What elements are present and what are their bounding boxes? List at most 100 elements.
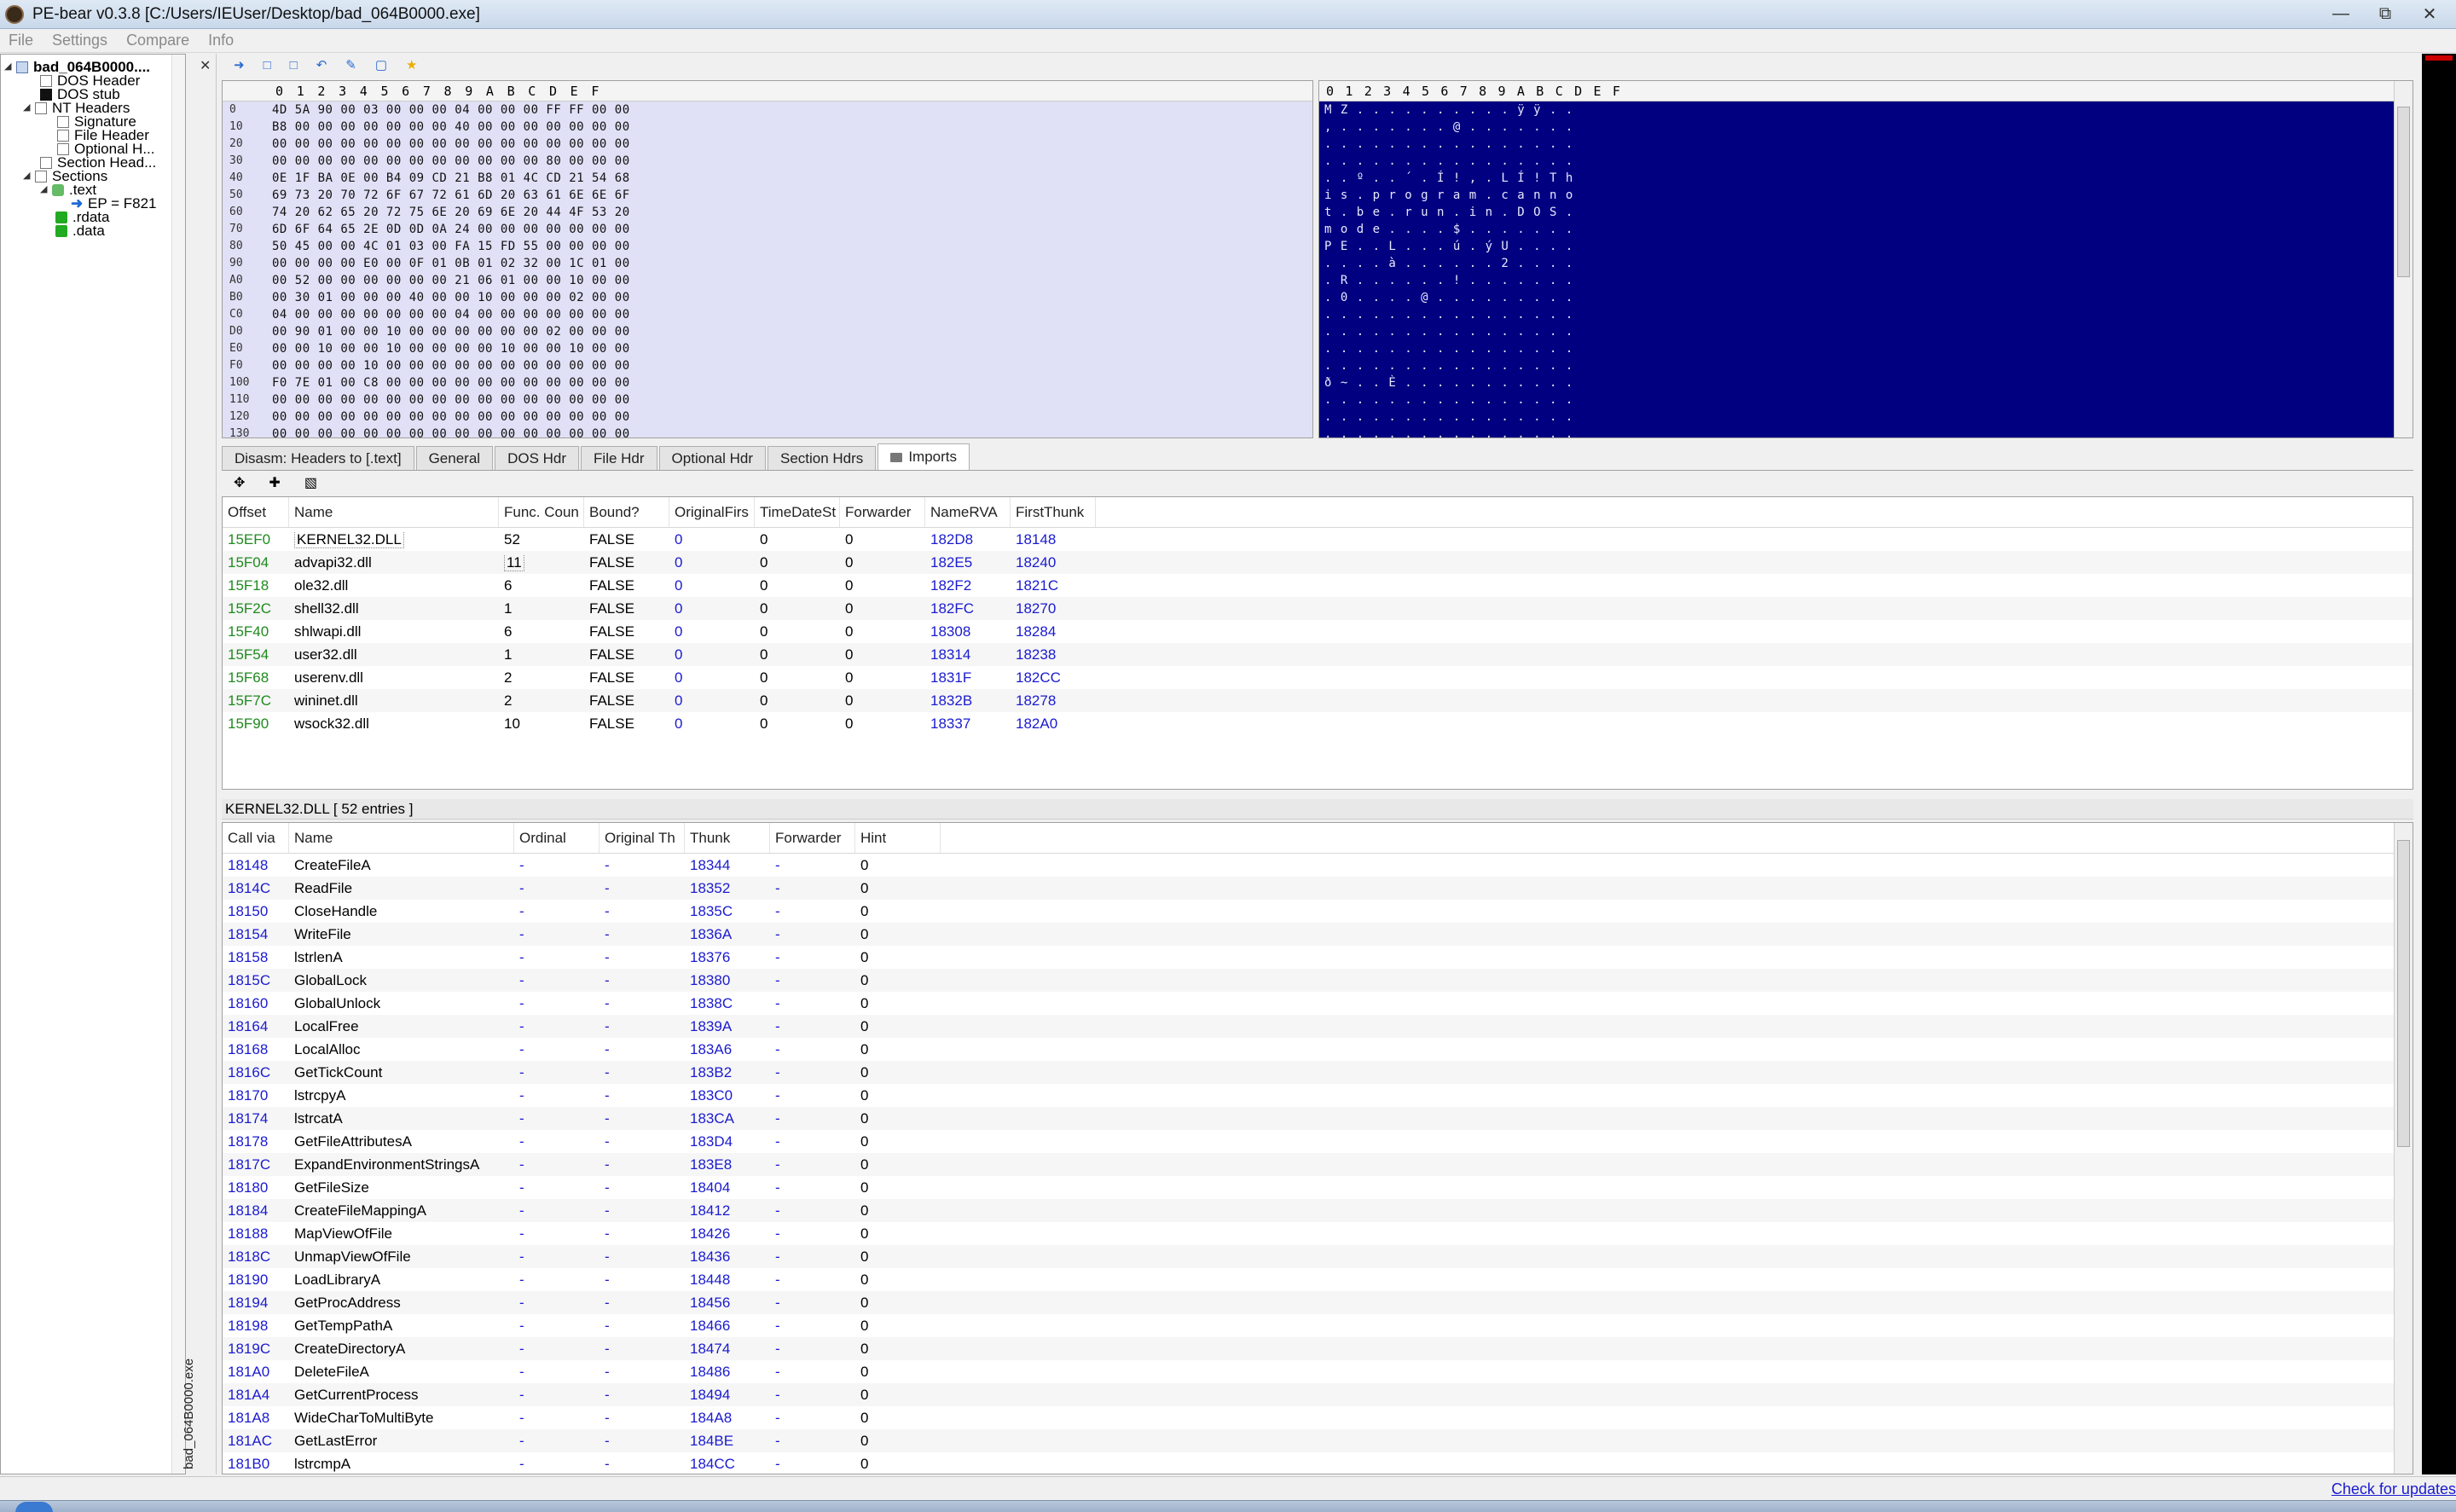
table-row[interactable]: 15F18 ole32.dll 6 FALSE 0 0 0 182F2 1821C: [223, 574, 2413, 597]
move-icon[interactable]: ✥: [234, 474, 245, 491]
table-row[interactable]: 18178 GetFileAttributesA - - 183D4 - 0: [223, 1130, 2413, 1153]
scroll-thumb[interactable]: [2397, 107, 2410, 277]
ascii-scrollbar[interactable]: [2394, 81, 2413, 437]
close-button[interactable]: ✕: [2410, 2, 2449, 26]
table-row[interactable]: 18188 MapViewOfFile - - 18426 - 0: [223, 1222, 2413, 1245]
column-header[interactable]: NameRVA: [925, 497, 1011, 527]
edit-icon[interactable]: ✎: [345, 57, 356, 72]
table-row[interactable]: 1814C ReadFile - - 18352 - 0: [223, 877, 2413, 900]
table-row[interactable]: 181A0 DeleteFileA - - 18486 - 0: [223, 1360, 2413, 1383]
add-icon[interactable]: ✚: [269, 474, 280, 491]
table-row[interactable]: 1815C GlobalLock - - 18380 - 0: [223, 969, 2413, 992]
column-header[interactable]: OriginalFirs: [669, 497, 755, 527]
menu-settings[interactable]: Settings: [52, 32, 107, 49]
file-tab-vertical[interactable]: bad_064B0000.exe: [182, 1333, 196, 1469]
tab-file-hdr[interactable]: File Hdr: [581, 446, 657, 470]
table-cell: 0: [840, 577, 925, 594]
collapse-arrow-icon[interactable]: ◢: [23, 101, 35, 115]
column-header[interactable]: Bound?: [584, 497, 669, 527]
hex-view[interactable]: 0123456789ABCDEF 0 4D 5A 90 00 03 00 00 0…: [222, 80, 1313, 438]
table-row[interactable]: 18174 lstrcatA - - 183CA - 0: [223, 1107, 2413, 1130]
table-row[interactable]: 1819C CreateDirectoryA - - 18474 - 0: [223, 1337, 2413, 1360]
column-header[interactable]: Original Th: [600, 823, 685, 853]
check-updates-link[interactable]: Check for updates: [2331, 1480, 2456, 1498]
table-row[interactable]: 1816C GetTickCount - - 183B2 - 0: [223, 1061, 2413, 1084]
table-cell: -: [775, 1063, 780, 1080]
restore-button[interactable]: ⧉: [2366, 2, 2405, 26]
tree-scrollbar[interactable]: [171, 55, 185, 1474]
table-row[interactable]: 18184 CreateFileMappingA - - 18412 - 0: [223, 1199, 2413, 1222]
tab-dos-hdr[interactable]: DOS Hdr: [495, 446, 580, 470]
table-row[interactable]: 18150 CloseHandle - - 1835C - 0: [223, 900, 2413, 923]
menu-file[interactable]: File: [9, 32, 33, 49]
table-row[interactable]: 181AC GetLastError - - 184BE - 0: [223, 1429, 2413, 1452]
collapse-arrow-icon[interactable]: ◢: [40, 182, 52, 197]
kernel-scrollbar[interactable]: [2394, 823, 2413, 1474]
collapse-arrow-icon[interactable]: ◢: [23, 169, 35, 183]
table-row[interactable]: 18148 CreateFileA - - 18344 - 0: [223, 854, 2413, 877]
menu-info[interactable]: Info: [208, 32, 234, 49]
tab-imports[interactable]: Imports: [878, 443, 970, 470]
minimize-button[interactable]: —: [2321, 2, 2360, 26]
table-cell: lstrcatA: [294, 1109, 343, 1127]
save-icon[interactable]: □: [264, 58, 271, 72]
collapse-arrow-icon[interactable]: ◢: [4, 60, 16, 74]
table-row[interactable]: 15F54 user32.dll 1 FALSE 0 0 0 18314 18238: [223, 643, 2413, 666]
tree-item-data-section[interactable]: .data: [55, 223, 105, 238]
tab-disasm[interactable]: Disasm: Headers to [.text]: [222, 446, 414, 470]
column-header[interactable]: FirstThunk: [1011, 497, 1096, 527]
hex-row: 10 B8 00 00 00 00 00 00 00 40 00 00 00 00…: [223, 119, 1312, 136]
column-header[interactable]: Call via: [223, 823, 289, 853]
column-header[interactable]: Hint: [855, 823, 941, 853]
tab-optional-hdr[interactable]: Optional Hdr: [658, 446, 766, 470]
column-header[interactable]: Forwarder: [840, 497, 925, 527]
table-row[interactable]: 18160 GlobalUnlock - - 1838C - 0: [223, 992, 2413, 1015]
scroll-thumb[interactable]: [2397, 840, 2410, 1147]
table-row[interactable]: 1818C UnmapViewOfFile - - 18436 - 0: [223, 1245, 2413, 1268]
cell-text: 0: [760, 623, 768, 640]
table-row[interactable]: 18158 lstrlenA - - 18376 - 0: [223, 946, 2413, 969]
column-header[interactable]: Name: [289, 823, 514, 853]
table-row[interactable]: 181A8 WideCharToMultiByte - - 184A8 - 0: [223, 1406, 2413, 1429]
close-panel-icon[interactable]: ✕: [200, 57, 211, 74]
table-row[interactable]: 15F68 userenv.dll 2 FALSE 0 0 0 1831F 182CC: [223, 666, 2413, 689]
column-header[interactable]: Forwarder: [770, 823, 855, 853]
start-button-icon[interactable]: [15, 1502, 53, 1512]
menu-compare[interactable]: Compare: [126, 32, 189, 49]
table-row[interactable]: 18154 WriteFile - - 1836A - 0: [223, 923, 2413, 946]
star-icon[interactable]: ★: [406, 57, 417, 72]
table-row[interactable]: 15F90 wsock32.dll 10 FALSE 0 0 0 18337 182A0: [223, 712, 2413, 735]
save-icon[interactable]: ▧: [304, 474, 317, 491]
table-row[interactable]: 1817C ExpandEnvironmentStringsA - - 183E8 - 0: [223, 1153, 2413, 1176]
column-header[interactable]: Thunk: [685, 823, 770, 853]
hex-bytes: 00 00 10 00 00 10 00 00 00 00 10 00 00 1…: [272, 342, 630, 356]
table-row[interactable]: 18180 GetFileSize - - 18404 - 0: [223, 1176, 2413, 1199]
undo-icon[interactable]: ↶: [316, 57, 327, 72]
goto-arrow-icon[interactable]: ➜: [234, 57, 245, 72]
table-row[interactable]: 15F04 advapi32.dll 11 FALSE 0 0 0 182E5 18240: [223, 551, 2413, 574]
table-row[interactable]: 18170 lstrcpyA - - 183C0 - 0: [223, 1084, 2413, 1107]
column-header[interactable]: Offset: [223, 497, 289, 527]
tab-section-hdrs[interactable]: Section Hdrs: [767, 446, 877, 470]
column-header[interactable]: Ordinal: [514, 823, 600, 853]
table-row[interactable]: 18164 LocalFree - - 1839A - 0: [223, 1015, 2413, 1038]
table-row[interactable]: 18168 LocalAlloc - - 183A6 - 0: [223, 1038, 2413, 1061]
table-row[interactable]: 18198 GetTempPathA - - 18466 - 0: [223, 1314, 2413, 1337]
table-row[interactable]: 15F7C wininet.dll 2 FALSE 0 0 0 1832B 18278: [223, 689, 2413, 712]
table-row[interactable]: 181B0 lstrcmpA - - 184CC - 0: [223, 1452, 2413, 1474]
table-row[interactable]: 15F2C shell32.dll 1 FALSE 0 0 0 182FC 18270: [223, 597, 2413, 620]
table-row[interactable]: 15F40 shlwapi.dll 6 FALSE 0 0 0 18308 18284: [223, 620, 2413, 643]
ascii-view[interactable]: 0123456789ABCDEF M Z . . . . . . . . . .…: [1318, 80, 2413, 438]
table-row[interactable]: 18190 LoadLibraryA - - 18448 - 0: [223, 1268, 2413, 1291]
table-row[interactable]: 18194 GetProcAddress - - 18456 - 0: [223, 1291, 2413, 1314]
hex-offset: 130: [229, 427, 250, 438]
tab-general[interactable]: General: [415, 446, 494, 470]
cell-text: ole32.dll: [294, 576, 349, 594]
table-row[interactable]: 181A4 GetCurrentProcess - - 18494 - 0: [223, 1383, 2413, 1406]
export-icon[interactable]: □: [290, 58, 298, 72]
copy-icon[interactable]: ▢: [375, 57, 387, 72]
column-header[interactable]: TimeDateSt: [755, 497, 840, 527]
column-header[interactable]: Func. Coun: [499, 497, 584, 527]
column-header[interactable]: Name: [289, 497, 499, 527]
table-row[interactable]: 15EF0 KERNEL32.DLL 52 FALSE 0 0 0 182D8 18148: [223, 528, 2413, 551]
